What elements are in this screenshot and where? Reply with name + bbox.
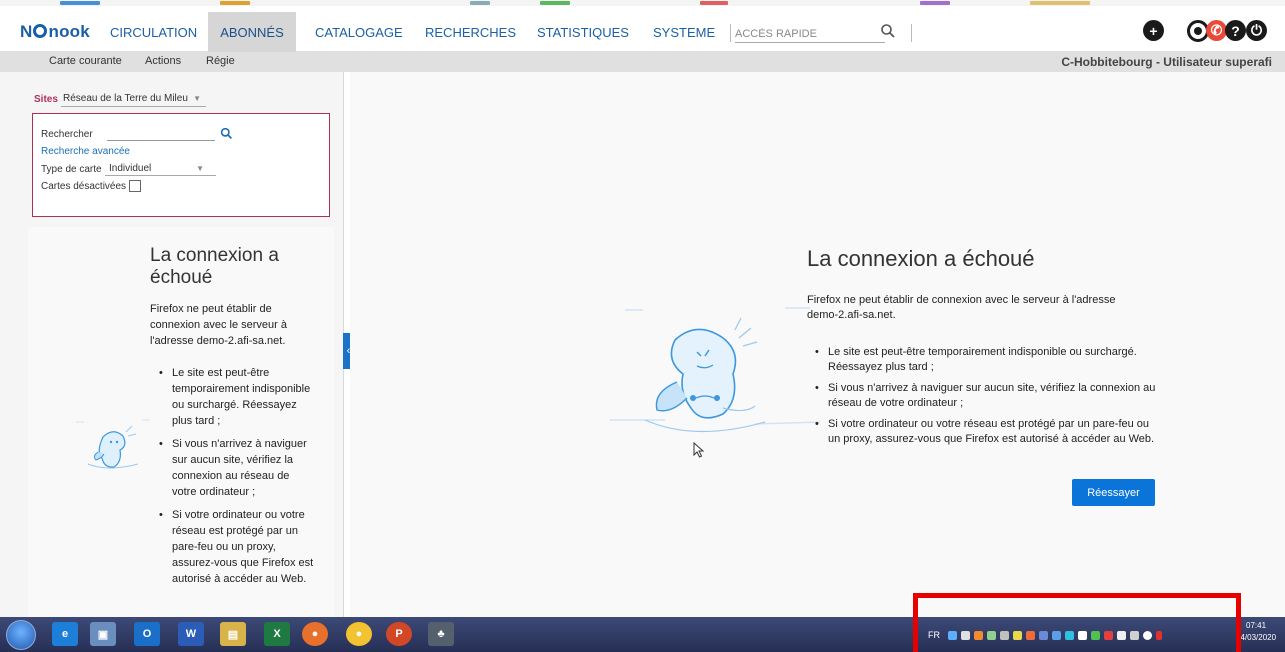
chevron-down-icon: ▼	[193, 94, 201, 103]
phone-icon[interactable]: ✆	[1206, 20, 1227, 41]
separator	[730, 24, 731, 42]
org-user-label: C-Hobbitebourg - Utilisateur superafi	[1061, 55, 1272, 69]
internet-explorer-icon[interactable]: e	[52, 622, 78, 646]
chevron-down-icon: ▼	[196, 164, 204, 173]
nav-recherches[interactable]: RECHERCHES	[425, 12, 516, 52]
browser-tab-strip	[0, 0, 1285, 6]
list-item: Le site est peut-être temporairement ind…	[150, 365, 315, 429]
sites-select[interactable]: Réseau de la Terre du Mileu ▼	[61, 91, 206, 107]
patron-search-box: Rechercher Recherche avancée Type de car…	[32, 113, 330, 217]
nav-statistiques[interactable]: STATISTIQUES	[537, 12, 629, 52]
clock-date: 24/03/2020	[1236, 633, 1277, 642]
retry-button[interactable]: Réessayer	[1072, 479, 1155, 506]
sites-label: Sites	[34, 94, 58, 105]
card-type-select[interactable]: Individuel ▼	[105, 161, 216, 176]
nanook-logo[interactable]: Nnook	[20, 22, 90, 42]
outlook-icon[interactable]: O	[134, 622, 160, 646]
firefox-icon[interactable]: ●	[302, 622, 328, 646]
nav-systeme[interactable]: SYSTEME	[653, 12, 715, 52]
nav-abonnes[interactable]: ABONNÉS	[208, 12, 296, 52]
explorer-icon[interactable]: ▣	[90, 622, 116, 646]
subnav-actions[interactable]: Actions	[145, 55, 181, 67]
clock-time: 07:41	[1246, 621, 1267, 630]
power-icon[interactable]: ⏻	[1246, 20, 1267, 41]
error-title: La connexion a échoué	[150, 245, 279, 288]
main-content: La connexion a échoué Firefox ne peut ét…	[350, 72, 1285, 617]
excel-icon[interactable]: X	[264, 622, 290, 646]
dinosaur-illustration-icon	[610, 307, 821, 433]
nav-circulation[interactable]: CIRCULATION	[110, 12, 197, 52]
quick-access-input[interactable]	[735, 25, 885, 43]
nav-catalogage[interactable]: CATALOGAGE	[315, 12, 403, 52]
subnav-regie[interactable]: Régie	[206, 55, 235, 67]
main-nav: Nnook CIRCULATION ABONNÉS CATALOGAGE REC…	[0, 12, 1285, 52]
powerpoint-icon[interactable]: P	[386, 622, 412, 646]
mouse-cursor-icon	[693, 442, 705, 458]
error-description: Firefox ne peut établir de connexion ave…	[807, 294, 1116, 321]
error-suggestions: Le site est peut-être temporairement ind…	[812, 345, 1157, 453]
disabled-cards-label: Cartes désactivées	[41, 181, 127, 192]
search-icon[interactable]	[220, 127, 233, 140]
left-sidebar: Sites Réseau de la Terre du Mileu ▼ Rech…	[0, 72, 344, 617]
card-type-value: Individuel	[109, 163, 152, 174]
sidebar-error-page: La connexion a échoué Firefox ne peut ét…	[28, 227, 334, 617]
add-user-icon[interactable]: +	[1143, 20, 1164, 41]
help-icon[interactable]: ?	[1225, 20, 1246, 41]
folder-icon[interactable]: ▤	[220, 622, 246, 646]
disabled-cards-checkbox[interactable]	[129, 180, 141, 192]
card-type-label: Type de carte	[41, 164, 102, 175]
word-icon[interactable]: W	[178, 622, 204, 646]
search-label: Rechercher	[41, 129, 93, 140]
list-item: Le site est peut-être temporairement ind…	[812, 345, 1157, 375]
start-button[interactable]	[6, 620, 36, 650]
search-input[interactable]	[107, 126, 215, 141]
list-item: Si vous n'arrivez à naviguer sur aucun s…	[150, 436, 315, 500]
game-icon[interactable]: ♣	[428, 622, 454, 646]
highlight-annotation	[913, 593, 1241, 652]
error-suggestions: Le site est peut-être temporairement ind…	[150, 365, 315, 594]
error-title: La connexion a échoué	[807, 246, 1035, 271]
sites-row: Sites Réseau de la Terre du Mileu ▼	[34, 93, 206, 107]
separator	[911, 24, 912, 42]
taskbar-clock[interactable]: 07:41 24/03/2020	[1236, 620, 1276, 644]
advanced-search-link[interactable]: Recherche avancée	[41, 146, 130, 157]
list-item: Si votre ordinateur ou votre réseau est …	[150, 507, 315, 587]
search-icon[interactable]	[880, 23, 896, 39]
sub-nav: Carte courante Actions Régie C-Hobbitebo…	[0, 52, 1285, 72]
dinosaur-illustration-icon	[76, 419, 150, 469]
error-description: Firefox ne peut établir de connexion ave…	[150, 303, 287, 347]
chrome-icon[interactable]: ●	[346, 622, 372, 646]
sites-select-value: Réseau de la Terre du Mileu	[63, 93, 188, 104]
list-item: Si votre ordinateur ou votre réseau est …	[812, 417, 1157, 447]
list-item: Si vous n'arrivez à naviguer sur aucun s…	[812, 381, 1157, 411]
subnav-carte-courante[interactable]: Carte courante	[49, 55, 122, 67]
